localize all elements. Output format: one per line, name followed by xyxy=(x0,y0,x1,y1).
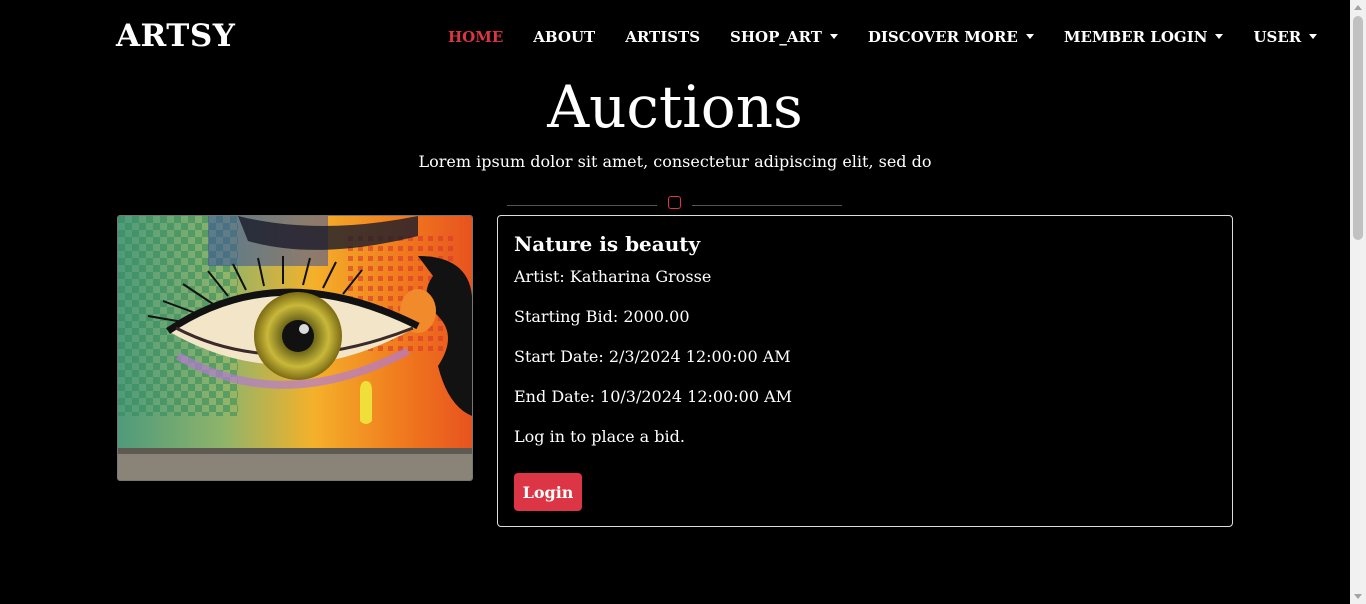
scrollbar-thumb[interactable] xyxy=(1353,16,1363,240)
nav-shop-art-dropdown[interactable]: SHOP_ART xyxy=(730,28,838,46)
scroll-up-arrow-icon[interactable] xyxy=(1354,5,1362,10)
artwork-image xyxy=(117,215,473,481)
caret-down-icon xyxy=(829,34,838,39)
nav-shop-art-label: SHOP_ART xyxy=(730,28,822,46)
nav-member-login-dropdown[interactable]: MEMBER LOGIN xyxy=(1064,28,1224,46)
brand-logo[interactable]: ARTSY xyxy=(116,16,235,56)
nav-user-label: USER xyxy=(1253,28,1302,46)
divider-line-right xyxy=(692,205,842,206)
login-button[interactable]: Login xyxy=(514,473,582,511)
scroll-down-arrow-icon[interactable] xyxy=(1354,594,1362,599)
auction-login-note: Log in to place a bid. xyxy=(514,427,685,446)
page-subtitle: Lorem ipsum dolor sit amet, consectetur … xyxy=(418,152,932,171)
auction-card: Nature is beauty Artist: Katharina Gross… xyxy=(497,215,1233,527)
nav-user-dropdown[interactable]: USER xyxy=(1253,28,1318,46)
auction-end-date: End Date: 10/3/2024 12:00:00 AM xyxy=(514,387,793,406)
auction-starting-bid: Starting Bid: 2000.00 xyxy=(514,307,690,326)
caret-down-icon xyxy=(1025,34,1034,39)
nav-member-login-label: MEMBER LOGIN xyxy=(1063,28,1208,46)
vertical-scrollbar[interactable] xyxy=(1350,0,1366,604)
nav-discover-more-dropdown[interactable]: DISCOVER MORE xyxy=(868,28,1034,46)
auction-title: Nature is beauty xyxy=(514,232,701,256)
page-title: Auctions xyxy=(547,73,803,141)
auction-artist: Artist: Katharina Grosse xyxy=(514,267,712,286)
artwork-eye-mural-icon xyxy=(118,216,472,480)
caret-down-icon xyxy=(1309,34,1318,39)
nav-artists[interactable]: ARTISTS xyxy=(625,28,700,46)
main-nav: HOME ABOUT ARTISTS SHOP_ART DISCOVER MOR… xyxy=(448,26,1347,48)
nav-discover-more-label: DISCOVER MORE xyxy=(867,28,1018,46)
nav-home[interactable]: HOME xyxy=(448,28,503,46)
auction-start-date: Start Date: 2/3/2024 12:00:00 AM xyxy=(514,347,791,366)
page: ARTSY HOME ABOUT ARTISTS SHOP_ART DISCOV… xyxy=(0,0,1366,604)
divider-line-left xyxy=(507,205,657,206)
caret-down-icon xyxy=(1215,34,1224,39)
divider-square-icon xyxy=(668,196,681,209)
nav-about[interactable]: ABOUT xyxy=(533,28,595,46)
